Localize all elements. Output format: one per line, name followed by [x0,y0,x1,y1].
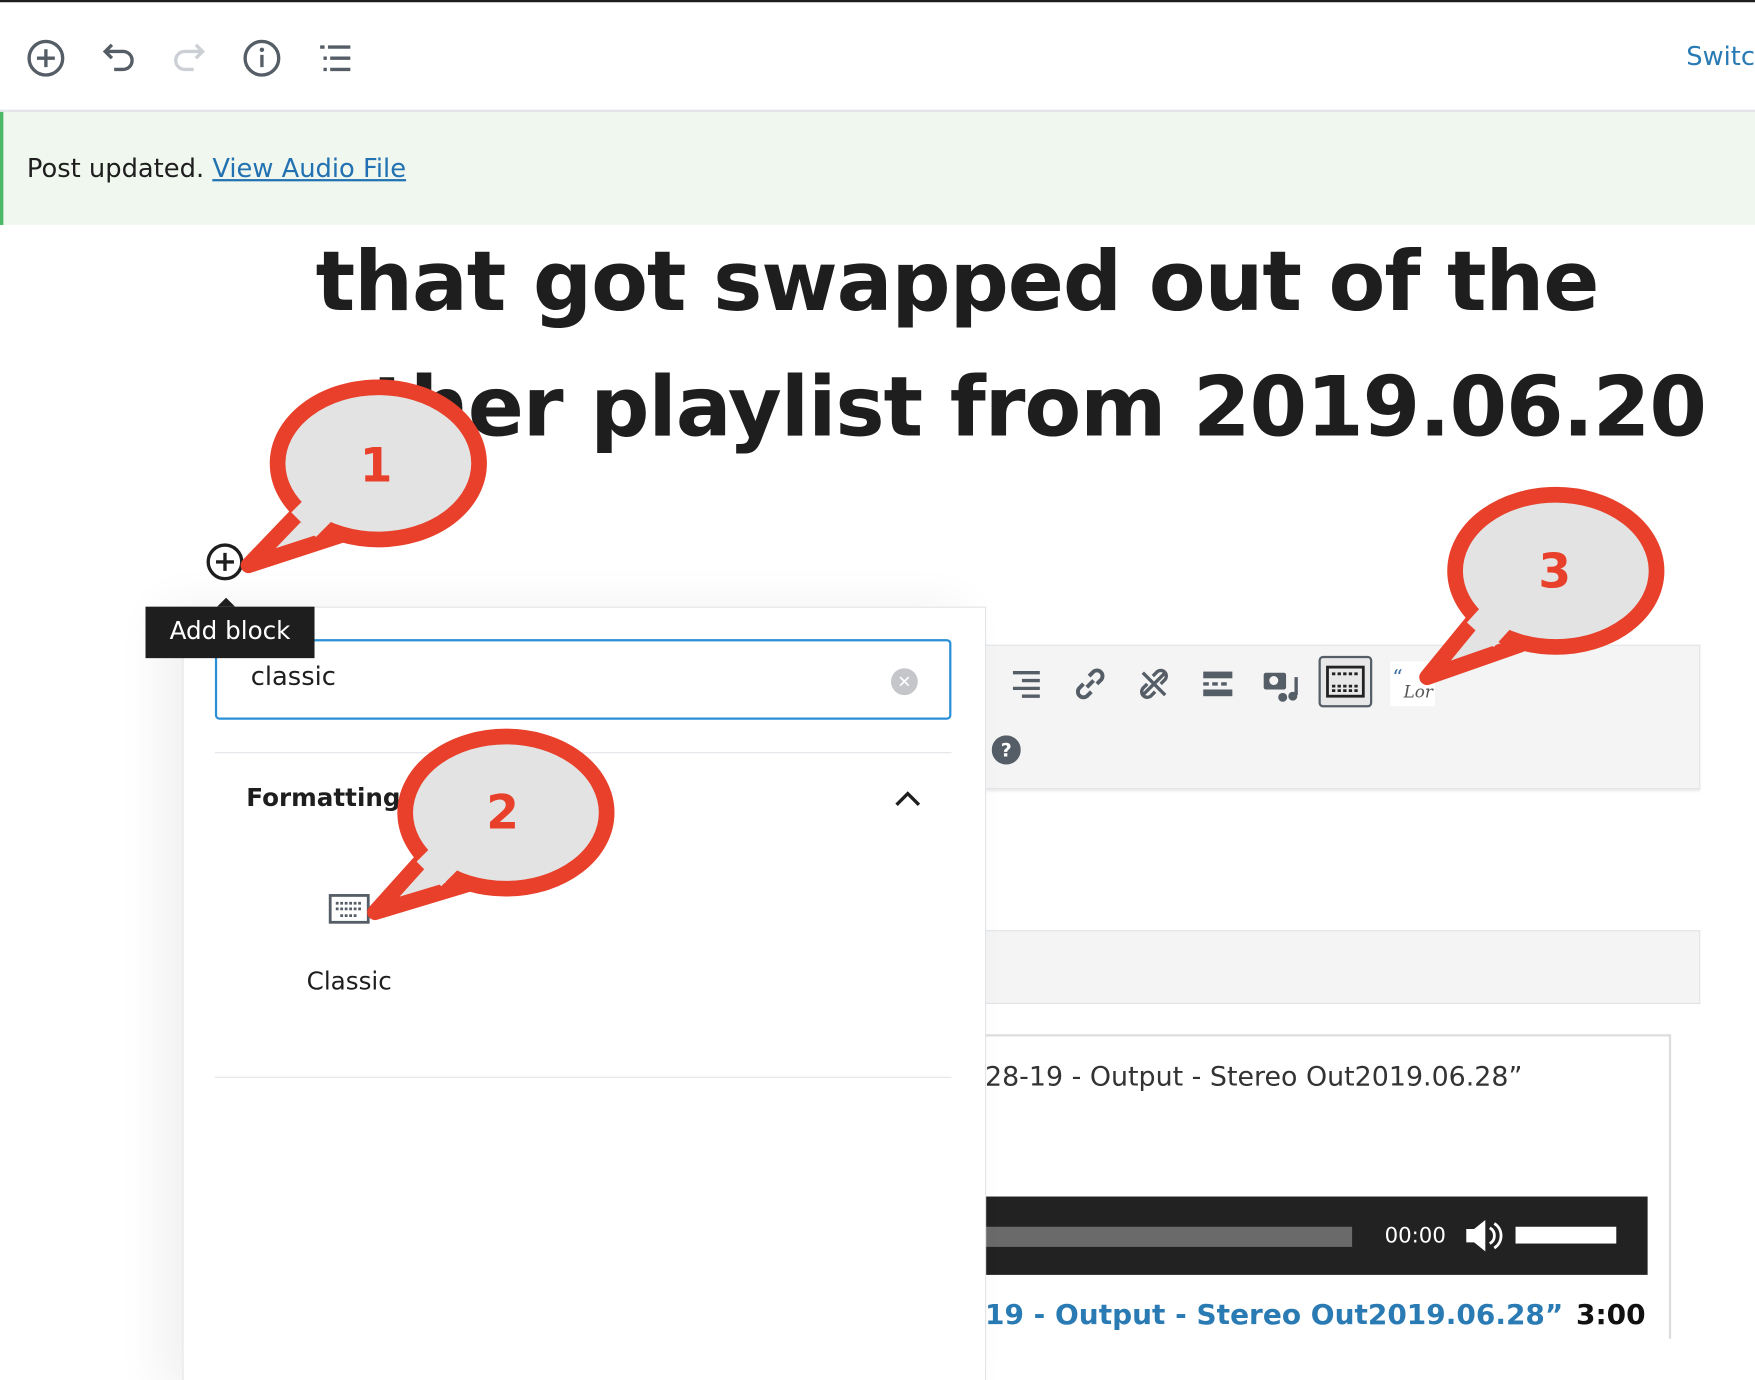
clear-search-icon[interactable]: ✕ [890,668,918,696]
block-item-label: Classic [306,968,392,997]
current-time: 00:00 [1384,1223,1446,1249]
undo-icon[interactable] [97,38,137,78]
title-line: that got swapped out of the [315,233,1600,331]
title-line: other playlist from 2019.06.20 [315,359,1707,456]
classic-editor-toolbar: “Lor ? [984,644,1701,790]
chevron-up-icon[interactable] [893,787,922,809]
redo-icon[interactable] [170,38,210,78]
read-more-icon[interactable] [1195,662,1240,707]
block-search-input-wrapper: ✕ [214,639,952,720]
add-block-tooltip: Add block [145,597,315,659]
switch-button[interactable]: Switc [1686,43,1755,72]
post-title[interactable]: that got swapped out of the other playli… [316,219,1755,470]
toolbar-toggle-button[interactable] [1318,655,1373,708]
notice-text: Post updated. [26,154,205,184]
block-item-classic[interactable]: Classic [280,873,419,1007]
inline-add-block-icon[interactable] [206,543,244,581]
keyboard-icon [328,894,370,924]
audio-caption: 28-19 - Output - Stereo Out2019.06.28” [984,1061,1523,1093]
block-search-input[interactable] [248,661,880,693]
view-audio-file-link[interactable]: View Audio File [212,154,406,183]
progress-track[interactable] [984,1226,1353,1247]
callout-label: 3 [1538,545,1571,600]
add-block-icon[interactable] [26,38,66,78]
track-duration: 3:00 [1575,1298,1646,1331]
svg-text:“: “ [1392,665,1402,689]
editor-area [984,930,1701,1005]
volume-icon[interactable] [1464,1217,1504,1255]
notice-message: Post updated. View Audio File [27,154,406,183]
add-media-icon[interactable] [1259,662,1304,707]
volume-slider[interactable] [1515,1226,1617,1244]
divider [214,1076,952,1078]
notice-banner: Post updated. View Audio File [0,111,1755,225]
blockquote-plugin-icon[interactable]: “Lor [1390,661,1435,707]
svg-text:Lor: Lor [1403,681,1434,701]
list-view-icon[interactable] [315,38,355,78]
category-formatting[interactable]: Formatting [246,785,400,813]
info-icon[interactable] [242,38,282,78]
audio-player: 00:00 [984,1196,1648,1275]
editor-screen: Switc Post updated. View Audio File that… [0,0,1755,1380]
unlink-icon[interactable] [1132,662,1177,707]
help-icon[interactable]: ? [991,735,1021,765]
track-title-link[interactable]: 19 - Output - Stereo Out2019.06.28” [985,1298,1563,1330]
link-icon[interactable] [1068,662,1113,707]
keyboard-icon [1326,665,1365,698]
divider [214,752,952,754]
svg-text:?: ? [1001,740,1012,762]
editor-header: Switc [0,0,1755,112]
align-right-icon[interactable] [1004,662,1049,707]
